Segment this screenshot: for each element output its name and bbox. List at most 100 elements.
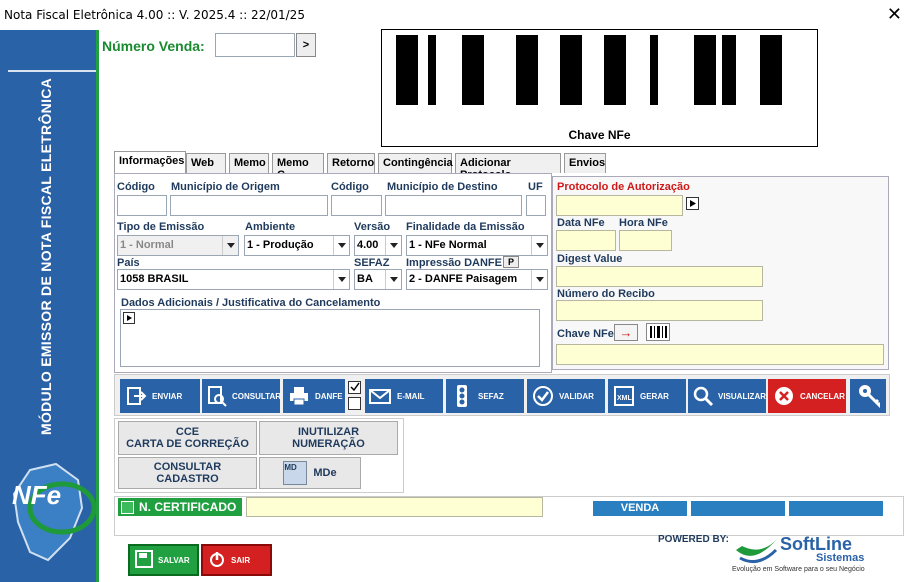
cancelar-button[interactable]: CANCELAR bbox=[768, 379, 846, 413]
chave-nfe-label: Chave NFe bbox=[557, 328, 614, 340]
gerar-button[interactable]: XML GERAR bbox=[608, 379, 686, 413]
consultar-cadastro-button[interactable]: CONSULTAR CADASTRO bbox=[118, 457, 257, 489]
sefaz-select[interactable]: BA bbox=[354, 269, 402, 290]
data-nfe-label: Data NFe bbox=[557, 217, 605, 229]
tipo-emissao-label: Tipo de Emissão bbox=[117, 221, 205, 233]
status-field-2 bbox=[691, 501, 785, 516]
tab-envios[interactable]: Envios bbox=[564, 153, 606, 173]
tab-memo-c[interactable]: Memo C. bbox=[272, 153, 324, 181]
tab-web[interactable]: Web bbox=[186, 153, 226, 173]
mde-button[interactable]: MD MDe bbox=[259, 457, 361, 489]
tab-retorno[interactable]: Retorno bbox=[327, 153, 375, 173]
enviar-button[interactable]: ENVIAR bbox=[120, 379, 200, 413]
uf-input[interactable] bbox=[526, 195, 546, 216]
certificado-input[interactable] bbox=[246, 497, 543, 517]
finalidade-select[interactable]: 1 - NFe Normal bbox=[406, 235, 548, 256]
hora-nfe-input[interactable] bbox=[619, 230, 672, 251]
send-icon bbox=[124, 384, 148, 408]
title-bar: Nota Fiscal Eletrônica 4.00 :: V. 2025.4… bbox=[0, 0, 910, 30]
nfe-logo: NFe bbox=[8, 460, 98, 570]
xml-file-icon: XML bbox=[612, 384, 636, 408]
sefaz-button[interactable]: SEFAZ bbox=[446, 379, 524, 413]
dados-adicionais-textarea[interactable] bbox=[120, 309, 540, 367]
key-button[interactable] bbox=[850, 379, 886, 413]
status-field-3 bbox=[789, 501, 883, 516]
pais-label: País bbox=[117, 257, 140, 269]
recibo-input[interactable] bbox=[556, 300, 763, 321]
barcode-caption: Chave NFe bbox=[568, 128, 631, 142]
barcode-icon bbox=[396, 35, 782, 105]
codigo-destino-input[interactable] bbox=[331, 195, 382, 216]
save-icon bbox=[135, 550, 153, 570]
digest-label: Digest Value bbox=[557, 253, 623, 265]
municipio-origem-label: Município de Origem bbox=[171, 181, 280, 193]
protocolo-input[interactable] bbox=[556, 195, 683, 216]
municipio-origem-input[interactable] bbox=[170, 195, 328, 216]
pais-select[interactable]: 1058 BRASIL bbox=[117, 269, 350, 290]
impressao-select[interactable]: 2 - DANFE Paisagem bbox=[406, 269, 548, 290]
chave-nfe-input[interactable] bbox=[556, 344, 884, 365]
powered-by-label: POWERED BY: bbox=[658, 534, 729, 545]
sair-button[interactable]: SAIR bbox=[201, 544, 272, 576]
chave-arrow-button[interactable]: → bbox=[614, 324, 638, 341]
protocolo-label: Protocolo de Autorização bbox=[557, 181, 690, 193]
tab-adicionar-protocolo[interactable]: Adicionar Protocolo bbox=[455, 153, 561, 181]
numero-venda-label: Número Venda: bbox=[102, 38, 205, 54]
validar-button[interactable]: VALIDAR bbox=[527, 379, 605, 413]
hora-nfe-label: Hora NFe bbox=[619, 217, 668, 229]
ambiente-select[interactable]: 1 - Produção bbox=[244, 235, 350, 256]
impressao-danfe-label: Impressão DANFE bbox=[406, 257, 502, 269]
check-circle-icon bbox=[531, 384, 555, 408]
consultar-button[interactable]: CONSULTAR bbox=[202, 379, 281, 413]
visualizar-button[interactable]: VISUALIZAR bbox=[688, 379, 766, 413]
softline-logo: SoftLine Sistemas Evolução em Software p… bbox=[732, 534, 865, 573]
impressao-p-button[interactable]: P bbox=[503, 256, 519, 268]
window-title: Nota Fiscal Eletrônica 4.00 :: V. 2025.4… bbox=[4, 8, 305, 22]
data-nfe-input[interactable] bbox=[556, 230, 616, 251]
salvar-button[interactable]: SALVAR bbox=[128, 544, 199, 576]
close-icon[interactable]: ✕ bbox=[887, 4, 902, 25]
recibo-label: Número do Recibo bbox=[557, 288, 655, 300]
email-button[interactable]: E-MAIL bbox=[365, 379, 443, 413]
versao-select[interactable]: 4.00 bbox=[354, 235, 402, 256]
barcode-small-icon[interactable] bbox=[646, 323, 670, 341]
cancel-icon bbox=[772, 384, 796, 408]
power-icon bbox=[208, 550, 226, 570]
sidebar: MÓDULO EMISSOR DE NOTA FISCAL ELETRÔNICA… bbox=[0, 30, 98, 582]
sefaz-label: SEFAZ bbox=[354, 257, 390, 269]
sidebar-divider bbox=[8, 70, 96, 72]
numero-venda-go-button[interactable]: > bbox=[296, 33, 316, 57]
codigo-destino-label: Código bbox=[331, 181, 369, 193]
tab-memo[interactable]: Memo bbox=[229, 153, 269, 173]
sidebar-vertical-text: MÓDULO EMISSOR DE NOTA FISCAL ELETRÔNICA bbox=[38, 77, 54, 435]
digest-input[interactable] bbox=[556, 266, 763, 287]
mde-icon: MD bbox=[283, 461, 308, 485]
protocolo-play-icon[interactable] bbox=[686, 197, 699, 210]
cce-button[interactable]: CCE CARTA DE CORREÇÃO bbox=[118, 421, 257, 455]
finalidade-label: Finalidade da Emissão bbox=[406, 221, 525, 233]
tipo-emissao-select[interactable]: 1 - Normal bbox=[117, 235, 239, 256]
uf-label: UF bbox=[528, 181, 543, 193]
venda-status: VENDA bbox=[593, 501, 687, 516]
danfe-button[interactable]: DANFE bbox=[283, 379, 345, 413]
inutilizar-button[interactable]: INUTILIZAR NUMERAÇÃO bbox=[259, 421, 398, 455]
certificado-badge: N. CERTIFICADO bbox=[118, 498, 242, 516]
document-search-icon bbox=[206, 384, 228, 408]
traffic-light-icon bbox=[450, 384, 474, 408]
svg-text:NFe: NFe bbox=[12, 480, 61, 510]
versao-label: Versão bbox=[354, 221, 391, 233]
codigo-origem-input[interactable] bbox=[117, 195, 167, 216]
play-icon bbox=[123, 312, 135, 324]
tab-contingencia[interactable]: Contingência bbox=[378, 153, 453, 173]
municipio-destino-input[interactable] bbox=[385, 195, 522, 216]
tab-informacoes[interactable]: Informações bbox=[114, 151, 186, 173]
danfe-checkbox-2[interactable] bbox=[348, 397, 361, 410]
numero-venda-input[interactable] bbox=[215, 33, 295, 57]
key-icon bbox=[856, 384, 880, 409]
svg-text:XML: XML bbox=[617, 395, 633, 402]
danfe-checkbox-1[interactable] bbox=[348, 381, 361, 394]
certificate-icon bbox=[121, 500, 134, 514]
municipio-destino-label: Município de Destino bbox=[387, 181, 498, 193]
ambiente-label: Ambiente bbox=[245, 221, 296, 233]
printer-icon bbox=[287, 384, 311, 408]
